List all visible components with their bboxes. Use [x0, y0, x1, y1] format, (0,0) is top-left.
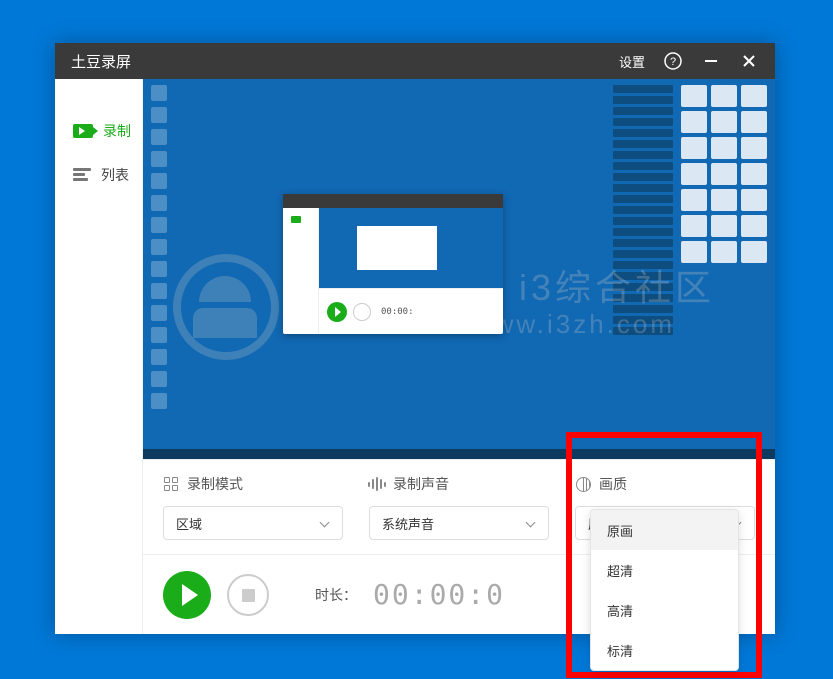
quality-icon: [575, 476, 591, 492]
preview-area: i3综合社区 www.i3zh.com 00:00:: [143, 79, 775, 459]
help-icon[interactable]: ?: [663, 51, 683, 71]
app-title: 土豆录屏: [71, 51, 619, 72]
close-icon[interactable]: [739, 51, 759, 71]
title-bar: 土豆录屏 设置 ?: [55, 43, 775, 79]
record-icon: [73, 124, 93, 138]
svg-text:?: ?: [670, 56, 676, 68]
chevron-down-icon: [320, 518, 330, 528]
record-mode-group: 录制模式 区域: [163, 474, 343, 540]
audio-value: 系统声音: [382, 514, 434, 533]
sidebar-item-label: 列表: [101, 165, 129, 185]
mini-duration: 00:00:: [381, 307, 414, 317]
grid-icon: [163, 476, 179, 492]
embedded-preview-window: 00:00:: [283, 194, 503, 334]
record-mode-dropdown[interactable]: 区域: [163, 506, 343, 540]
quality-option[interactable]: 原画: [591, 510, 738, 550]
sidebar: 录制 列表: [55, 79, 143, 634]
audio-label: 录制声音: [393, 474, 449, 494]
watermark-url: www.i3zh.com: [473, 309, 675, 340]
play-button[interactable]: [163, 571, 211, 619]
settings-link[interactable]: 设置: [619, 52, 645, 71]
record-mode-label: 录制模式: [187, 474, 243, 494]
duration-label: 时长：: [315, 585, 357, 605]
list-icon: [73, 168, 91, 182]
minimize-icon[interactable]: [701, 51, 721, 71]
quality-label: 画质: [599, 474, 627, 494]
mini-stop-icon: [353, 303, 371, 321]
audio-group: 录制声音 系统声音: [369, 474, 549, 540]
quality-option[interactable]: 高清: [591, 590, 738, 630]
record-mode-value: 区域: [176, 514, 202, 533]
duration-value: 00:00:0: [373, 578, 505, 611]
mini-play-icon: [327, 302, 347, 322]
sidebar-item-label: 录制: [103, 121, 131, 141]
audio-dropdown[interactable]: 系统声音: [369, 506, 549, 540]
stop-button[interactable]: [227, 574, 269, 616]
quality-option[interactable]: 标清: [591, 630, 738, 670]
audio-icon: [369, 476, 385, 492]
quality-dropdown-menu: 原画 超清 高清 标清: [590, 509, 739, 671]
watermark-logo: [173, 254, 279, 360]
watermark-text: i3综合社区: [519, 259, 715, 311]
sidebar-item-list[interactable]: 列表: [55, 153, 142, 197]
sidebar-item-record[interactable]: 录制: [55, 109, 142, 153]
chevron-down-icon: [526, 518, 536, 528]
quality-option[interactable]: 超清: [591, 550, 738, 590]
